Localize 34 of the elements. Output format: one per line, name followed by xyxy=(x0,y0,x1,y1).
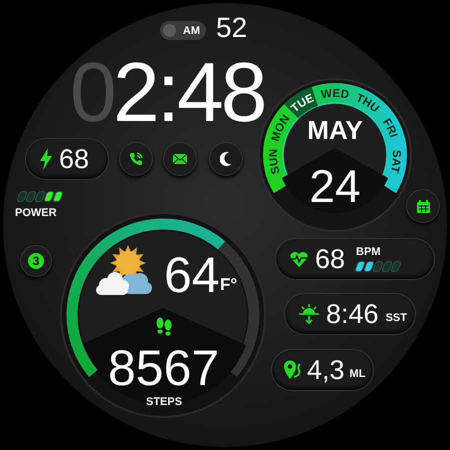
heart-rate-pill[interactable]: 68 BPM xyxy=(275,238,435,280)
stat-value: 8:46 xyxy=(326,300,379,328)
month-text: MAY xyxy=(306,117,364,143)
mail-icon xyxy=(173,154,187,164)
calendar-icon xyxy=(416,200,430,212)
temperature-unit: F° xyxy=(220,275,238,295)
temperature-value: 64 xyxy=(164,250,220,300)
map-pin-icon xyxy=(284,360,302,380)
time-text: 2:48 xyxy=(113,50,264,134)
power-label: POWER xyxy=(15,207,57,219)
phone-icon xyxy=(129,152,143,166)
sunset-pill[interactable]: 8:46 SST xyxy=(284,293,416,335)
distance-pill[interactable]: 4,3 ML xyxy=(271,349,374,391)
steps-value: 8567 xyxy=(108,343,220,393)
sunset-icon xyxy=(299,304,319,324)
heart-pulse-icon xyxy=(290,251,308,267)
footprints-icon xyxy=(155,317,173,337)
seconds-text: 52 xyxy=(216,14,248,42)
weekday-label[interactable]: FRI xyxy=(380,116,400,140)
stat-value: 68 xyxy=(315,246,346,272)
day-number: 24 xyxy=(308,163,362,209)
weekday-label[interactable]: WED xyxy=(320,88,350,102)
battery-pill[interactable]: 68 xyxy=(25,138,109,180)
weekday-label[interactable]: TUE xyxy=(289,92,316,116)
moon-icon xyxy=(220,152,232,166)
notification-count: 3 xyxy=(28,253,44,269)
steps-label: STEPS xyxy=(146,396,182,408)
weekday-label[interactable]: THU xyxy=(354,92,381,116)
stat-unit: BPM xyxy=(356,246,382,258)
battery-value: 68 xyxy=(59,146,90,172)
stat-unit: SST xyxy=(386,312,407,324)
stat-value: 4,3 xyxy=(307,356,345,384)
lightning-icon xyxy=(40,148,52,170)
stat-unit: ML xyxy=(350,368,366,380)
